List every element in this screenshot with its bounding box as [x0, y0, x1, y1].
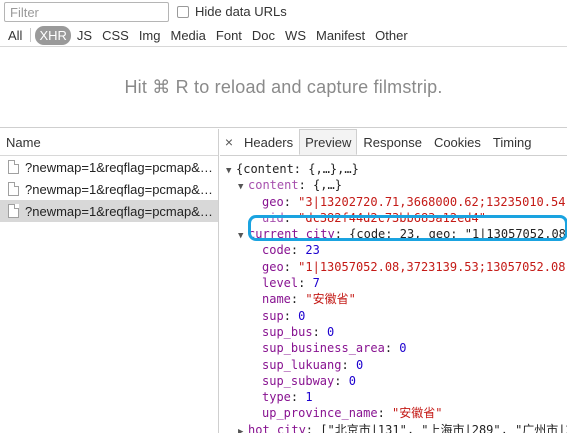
hide-data-urls-checkbox[interactable]: [177, 5, 189, 18]
tree-prop-sup-lukuang[interactable]: sup_lukuang: 0: [220, 357, 567, 373]
filmstrip-area: Hit ⌘ R to reload and capture filmstrip.: [0, 48, 567, 128]
type-filter-img[interactable]: Img: [135, 26, 165, 45]
tree-prop-level[interactable]: level: 7: [220, 275, 567, 291]
type-filter-font[interactable]: Font: [212, 26, 246, 45]
type-filter-media[interactable]: Media: [166, 26, 209, 45]
type-filter-doc[interactable]: Doc: [248, 26, 279, 45]
json-preview-tree: ▼ {content: {,…},…} ▼ content: {,…} geo: "…: [220, 156, 567, 433]
tree-prop-city-geo[interactable]: geo: "1|13057052.08,3723139.53;13057052.…: [220, 259, 567, 275]
request-name: ?newmap=1&reqflag=pcmap&biz=1&from=webma…: [25, 181, 215, 197]
detail-tabs: × Headers Preview Response Cookies Timin…: [220, 129, 567, 156]
tree-prop-sup[interactable]: sup: 0: [220, 308, 567, 324]
filter-bar: Hide data URLs: [0, 0, 567, 24]
highlight-annotation-box: [248, 215, 567, 241]
document-icon: [8, 160, 19, 174]
tree-node-hot-city[interactable]: ▶ hot_city: ["北京市|131", "上海市|289", "广州市|2: [220, 422, 567, 433]
tree-node-content[interactable]: ▼ content: {,…}: [220, 177, 567, 193]
resource-type-filters: All XHR JS CSS Img Media Font Doc WS Man…: [0, 24, 567, 47]
tree-prop-code[interactable]: code: 23: [220, 242, 567, 258]
type-filter-other[interactable]: Other: [371, 26, 412, 45]
hide-data-urls-option[interactable]: Hide data URLs: [177, 4, 287, 19]
close-icon[interactable]: ×: [220, 129, 238, 155]
tree-prop-sup-business-area[interactable]: sup_business_area: 0: [220, 340, 567, 356]
request-row[interactable]: ?newmap=1&reqflag=pcmap&biz=1&from=webma…: [0, 156, 218, 178]
tree-prop-type[interactable]: type: 1: [220, 389, 567, 405]
request-detail-pane: × Headers Preview Response Cookies Timin…: [220, 129, 567, 433]
filmstrip-message: Hit ⌘ R to reload and capture filmstrip.: [124, 77, 443, 97]
request-name: ?newmap=1&reqflag=pcmap&biz=1&from=webma…: [25, 159, 215, 175]
tab-headers[interactable]: Headers: [238, 129, 299, 155]
document-icon: [8, 204, 19, 218]
tree-root[interactable]: ▼ {content: {,…},…}: [220, 161, 567, 177]
tree-prop-up-province-name[interactable]: up_province_name: "安徽省": [220, 405, 567, 421]
type-filter-css[interactable]: CSS: [98, 26, 133, 45]
type-filter-xhr[interactable]: XHR: [35, 25, 71, 45]
type-filter-all[interactable]: All: [4, 26, 26, 45]
tab-preview[interactable]: Preview: [299, 129, 358, 155]
type-filter-divider: [30, 28, 32, 42]
request-list: Name ?newmap=1&reqflag=pcmap&biz=1&from=…: [0, 129, 219, 433]
request-row[interactable]: ?newmap=1&reqflag=pcmap&biz=1&from=webma…: [0, 178, 218, 200]
hide-data-urls-label: Hide data URLs: [195, 4, 287, 19]
request-row-selected[interactable]: ?newmap=1&reqflag=pcmap&biz=1&from=webma…: [0, 200, 218, 222]
type-filter-manifest[interactable]: Manifest: [312, 26, 369, 45]
tree-prop-sup-subway[interactable]: sup_subway: 0: [220, 373, 567, 389]
filter-input[interactable]: [4, 2, 169, 22]
tree-prop-geo[interactable]: geo: "3|13202720.71,3668000.62;13235010.…: [220, 194, 567, 210]
document-icon: [8, 182, 19, 196]
type-filter-js[interactable]: JS: [73, 26, 96, 45]
tree-prop-sup-bus[interactable]: sup_bus: 0: [220, 324, 567, 340]
expand-triangle-icon[interactable]: ▶: [238, 424, 248, 433]
tab-response[interactable]: Response: [357, 129, 428, 155]
type-filter-ws[interactable]: WS: [281, 26, 310, 45]
name-column-header[interactable]: Name: [0, 129, 218, 156]
tab-timing[interactable]: Timing: [487, 129, 538, 155]
tab-cookies[interactable]: Cookies: [428, 129, 487, 155]
tree-prop-name[interactable]: name: "安徽省": [220, 291, 567, 307]
request-name: ?newmap=1&reqflag=pcmap&biz=1&from=webma…: [25, 203, 215, 219]
